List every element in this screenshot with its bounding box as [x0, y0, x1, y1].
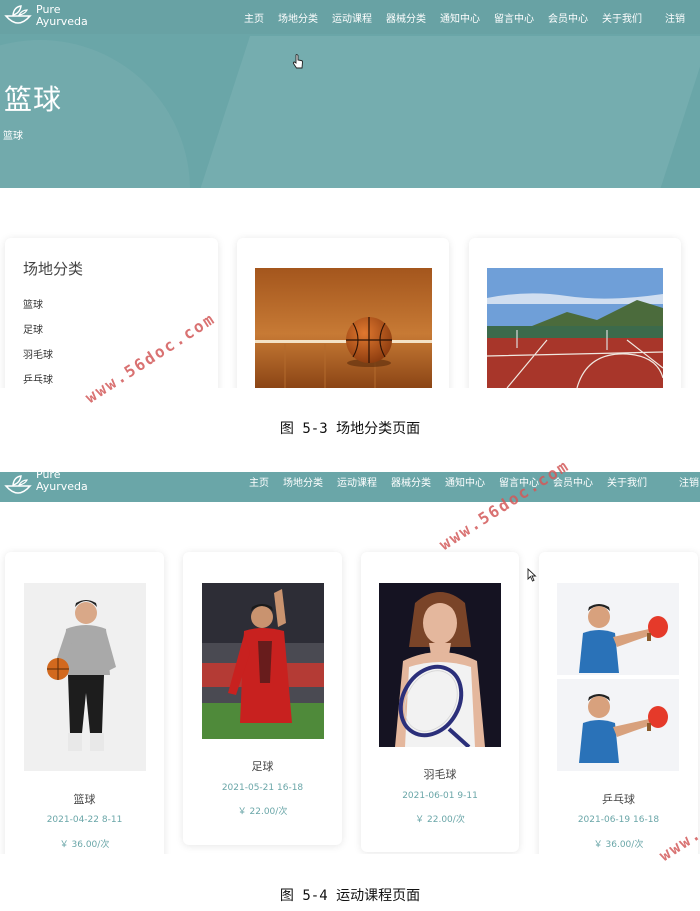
- logout-link[interactable]: 注销: [679, 474, 699, 489]
- screenshot-course-list: Pure Ayurveda 主页 场地分类 运动课程 器械分类 通知中心 留言中…: [0, 472, 700, 854]
- nav-about[interactable]: 关于我们: [602, 10, 642, 25]
- nav-messages[interactable]: 留言中心: [499, 474, 539, 489]
- logout-link[interactable]: 注销: [665, 10, 685, 25]
- sidebar-title: 场地分类: [23, 260, 84, 278]
- nav-about[interactable]: 关于我们: [607, 474, 647, 489]
- course-card[interactable]: 羽毛球 2021-06-01 9-11 ￥ 22.00/次: [361, 552, 519, 852]
- nav-home[interactable]: 主页: [244, 10, 264, 25]
- nav-member[interactable]: 会员中心: [548, 10, 588, 25]
- course-price: ￥ 22.00/次: [415, 815, 465, 825]
- main-nav: 主页 场地分类 运动课程 器械分类 通知中心 留言中心 会员中心 关于我们: [249, 474, 661, 489]
- course-time: 2021-05-21 16-18: [221, 783, 304, 793]
- nav-notices[interactable]: 通知中心: [440, 10, 480, 25]
- venue-card[interactable]: [469, 238, 681, 390]
- course-photo-table-tennis[interactable]: [557, 583, 679, 771]
- course-photo-basketball[interactable]: [24, 583, 146, 771]
- sidebar-item-badminton[interactable]: 羽毛球: [23, 346, 53, 361]
- nav-courses[interactable]: 运动课程: [332, 10, 372, 25]
- hero-banner: Pure Ayurveda 主页 场地分类 运动课程 器械分类 通知中心 留言中…: [0, 0, 700, 188]
- breadcrumb[interactable]: 篮球: [3, 127, 23, 142]
- nav-home[interactable]: 主页: [249, 474, 269, 489]
- nav-venue-category[interactable]: 场地分类: [283, 474, 323, 489]
- course-card[interactable]: 足球 2021-05-21 16-18 ￥ 22.00/次: [183, 552, 342, 845]
- venue-photo-court[interactable]: [487, 268, 663, 388]
- arrow-cursor-icon: [527, 568, 537, 582]
- page-title: 篮球: [4, 83, 63, 116]
- course-time: 2021-06-01 9-11: [402, 791, 478, 801]
- course-card[interactable]: 乒乓球 2021-06-19 16-18 ￥ 36.00/次: [539, 552, 698, 854]
- nav-member[interactable]: 会员中心: [553, 474, 593, 489]
- sidebar-item-table-tennis[interactable]: 乒乓球: [23, 371, 53, 386]
- nav-messages[interactable]: 留言中心: [494, 10, 534, 25]
- course-name: 乒乓球: [602, 793, 635, 806]
- screenshot-venue-category: Pure Ayurveda 主页 场地分类 运动课程 器械分类 通知中心 留言中…: [0, 0, 700, 390]
- course-card[interactable]: 篮球 2021-04-22 8-11 ￥ 36.00/次: [5, 552, 164, 854]
- brand-name-line2: Ayurveda: [36, 480, 88, 493]
- course-photo-badminton[interactable]: [379, 583, 501, 747]
- nav-equipment[interactable]: 器械分类: [386, 10, 426, 25]
- venue-card[interactable]: [237, 238, 449, 390]
- bowl-leaf-icon: [4, 475, 32, 494]
- brand-logo[interactable]: Pure Ayurveda: [4, 4, 88, 28]
- course-time: 2021-06-19 16-18: [577, 815, 660, 825]
- bowl-leaf-icon: [4, 5, 32, 24]
- nav-venue-category[interactable]: 场地分类: [278, 10, 318, 25]
- course-time: 2021-04-22 8-11: [46, 815, 123, 825]
- figure-caption: 图 5-4 运动课程页面: [279, 888, 421, 904]
- nav-courses[interactable]: 运动课程: [337, 474, 377, 489]
- course-name: 篮球: [73, 793, 96, 806]
- main-nav: 主页 场地分类 运动课程 器械分类 通知中心 留言中心 会员中心 关于我们: [244, 10, 656, 25]
- category-sidebar: 场地分类 篮球 足球 羽毛球 乒乓球: [5, 238, 218, 390]
- sidebar-item-basketball[interactable]: 篮球: [23, 296, 43, 311]
- nav-notices[interactable]: 通知中心: [445, 474, 485, 489]
- hero-decoration-slant: [178, 36, 700, 188]
- venue-photo-basketball[interactable]: [255, 268, 432, 388]
- figure-caption: 图 5-3 场地分类页面: [279, 421, 421, 437]
- course-price: ￥ 22.00/次: [237, 807, 288, 817]
- brand-name-line2: Ayurveda: [36, 15, 88, 28]
- course-name: 羽毛球: [423, 768, 457, 781]
- course-price: ￥ 36.00/次: [59, 840, 110, 850]
- sidebar-item-football[interactable]: 足球: [23, 321, 43, 336]
- course-price: ￥ 36.00/次: [593, 840, 644, 850]
- nav-equipment[interactable]: 器械分类: [391, 474, 431, 489]
- course-name: 足球: [251, 760, 274, 773]
- course-photo-football[interactable]: [202, 583, 324, 739]
- brand-logo[interactable]: Pure Ayurveda: [4, 472, 88, 498]
